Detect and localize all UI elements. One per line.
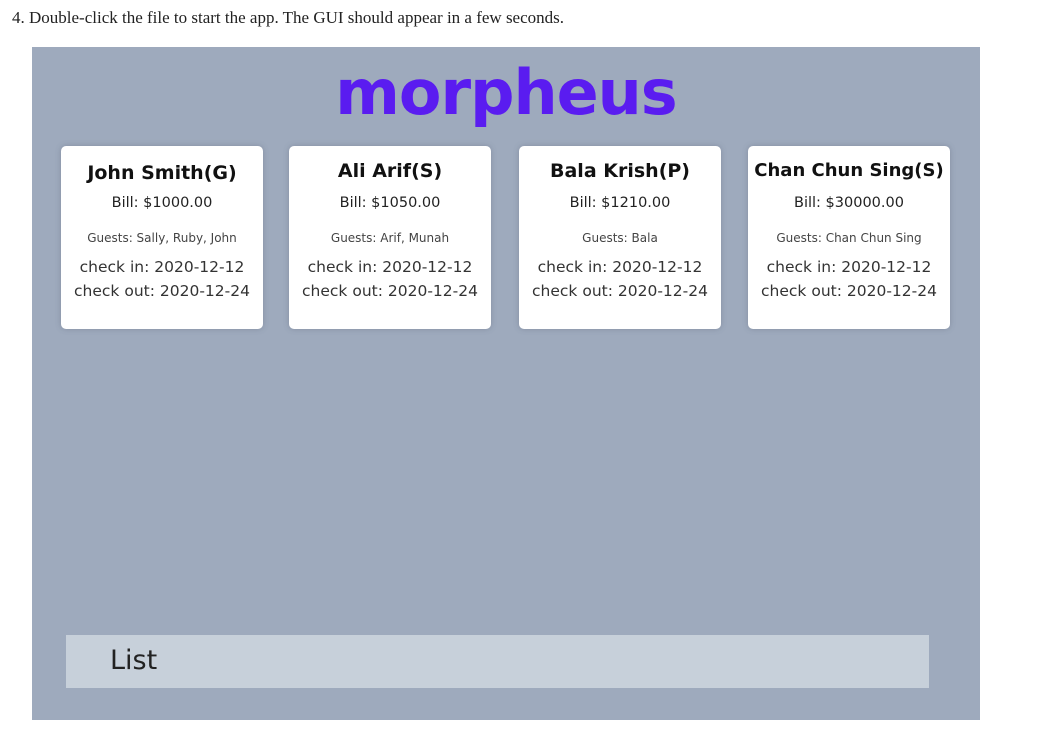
guest-name: Chan Chun Sing(S) bbox=[754, 160, 944, 181]
bill-amount: Bill: $1210.00 bbox=[569, 195, 671, 211]
check-out-date: check out: 2020-12-24 bbox=[302, 282, 478, 300]
booking-card[interactable]: John Smith(G) Bill: $1000.00 Guests: Sal… bbox=[61, 146, 263, 329]
guest-name: Bala Krish(P) bbox=[550, 160, 690, 182]
guest-list: Guests: Arif, Munah bbox=[330, 231, 450, 245]
bill-amount: Bill: $1000.00 bbox=[111, 195, 213, 211]
check-in-date: check in: 2020-12-12 bbox=[307, 258, 473, 276]
check-in-date: check in: 2020-12-12 bbox=[537, 258, 703, 276]
guest-list: Guests: Chan Chun Sing bbox=[776, 231, 922, 245]
check-out-date: check out: 2020-12-24 bbox=[532, 282, 708, 300]
guest-name: John Smith(G) bbox=[87, 162, 237, 184]
booking-card[interactable]: Ali Arif(S) Bill: $1050.00 Guests: Arif,… bbox=[289, 146, 491, 329]
bill-amount: Bill: $30000.00 bbox=[794, 195, 904, 211]
app-window: morpheus John Smith(G) Bill: $1000.00 Gu… bbox=[32, 47, 980, 720]
app-title: morpheus bbox=[335, 56, 677, 129]
guest-list: Guests: Sally, Ruby, John bbox=[87, 231, 237, 245]
check-in-date: check in: 2020-12-12 bbox=[766, 258, 932, 276]
check-out-date: check out: 2020-12-24 bbox=[74, 282, 250, 300]
check-out-date: check out: 2020-12-24 bbox=[761, 282, 937, 300]
booking-card[interactable]: Chan Chun Sing(S) Bill: $30000.00 Guests… bbox=[748, 146, 950, 329]
instruction-text: 4. Double-click the file to start the ap… bbox=[12, 8, 565, 27]
booking-card[interactable]: Bala Krish(P) Bill: $1210.00 Guests: Bal… bbox=[519, 146, 721, 329]
list-panel[interactable]: List bbox=[66, 635, 929, 688]
bill-amount: Bill: $1050.00 bbox=[339, 195, 441, 211]
check-in-date: check in: 2020-12-12 bbox=[79, 258, 245, 276]
guest-list: Guests: Bala bbox=[582, 231, 658, 245]
guest-name: Ali Arif(S) bbox=[337, 160, 443, 182]
list-label: List bbox=[110, 645, 158, 676]
